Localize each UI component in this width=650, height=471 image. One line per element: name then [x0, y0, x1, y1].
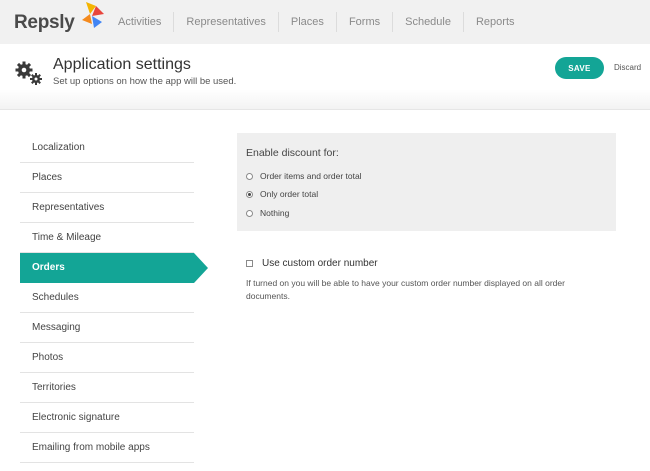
discard-link[interactable]: Discard [614, 63, 641, 72]
sidebar-item-photos[interactable]: Photos [20, 343, 194, 373]
page-header: Application settings Set up options on h… [0, 44, 650, 110]
nav-forms[interactable]: Forms [335, 12, 392, 32]
radio-button-selected[interactable] [246, 190, 253, 198]
logo-mark-icon [82, 2, 104, 28]
radio-only-order-total[interactable]: Only order total [246, 189, 318, 199]
sidebar-item-representatives[interactable]: Representatives [20, 193, 194, 223]
page-subtitle: Set up options on how the app will be us… [53, 76, 237, 87]
page-title: Application settings [53, 56, 191, 73]
nav-representatives[interactable]: Representatives [173, 12, 278, 32]
sidebar-item-schedules[interactable]: Schedules [20, 283, 194, 313]
sidebar-item-places[interactable]: Places [20, 163, 194, 193]
radio-label: Nothing [260, 208, 290, 218]
sidebar-item-electronic-signature[interactable]: Electronic signature [20, 403, 194, 433]
gears-icon [15, 61, 42, 85]
nav-schedule[interactable]: Schedule [392, 12, 463, 32]
nav-places[interactable]: Places [277, 12, 336, 32]
radio-button[interactable] [246, 172, 253, 180]
sidebar-item-territories[interactable]: Territories [20, 373, 194, 403]
sidebar-item-messaging[interactable]: Messaging [20, 313, 194, 343]
settings-sidebar: Localization Places Representatives Time… [20, 133, 208, 463]
radio-label: Order items and order total [260, 171, 362, 181]
sidebar-item-orders[interactable]: Orders [20, 253, 208, 283]
radio-button[interactable] [246, 209, 253, 217]
custom-order-number-row[interactable]: Use custom order number [246, 258, 378, 269]
nav-activities[interactable]: Activities [106, 12, 173, 32]
radio-label: Only order total [260, 189, 319, 199]
nav-reports[interactable]: Reports [462, 12, 527, 32]
radio-order-items-total[interactable]: Order items and order total [246, 171, 362, 181]
sidebar-item-localization[interactable]: Localization [20, 133, 194, 163]
top-navigation-bar: Repsly Activities Representatives Places… [0, 0, 650, 44]
custom-order-label: Use custom order number [262, 258, 378, 269]
custom-order-checkbox[interactable] [246, 260, 253, 267]
discount-panel: Enable discount for: Order items and ord… [237, 133, 616, 231]
sidebar-item-time-mileage[interactable]: Time & Mileage [20, 223, 194, 253]
radio-nothing[interactable]: Nothing [246, 208, 289, 218]
sidebar-item-emailing-mobile[interactable]: Emailing from mobile apps [20, 433, 194, 463]
main-nav: Activities Representatives Places Forms … [106, 12, 527, 32]
discount-title: Enable discount for: [246, 147, 339, 159]
custom-order-description: If turned on you will be able to have yo… [246, 278, 565, 301]
save-button[interactable]: SAVE [555, 57, 604, 79]
repsly-logo[interactable]: Repsly [14, 2, 104, 38]
